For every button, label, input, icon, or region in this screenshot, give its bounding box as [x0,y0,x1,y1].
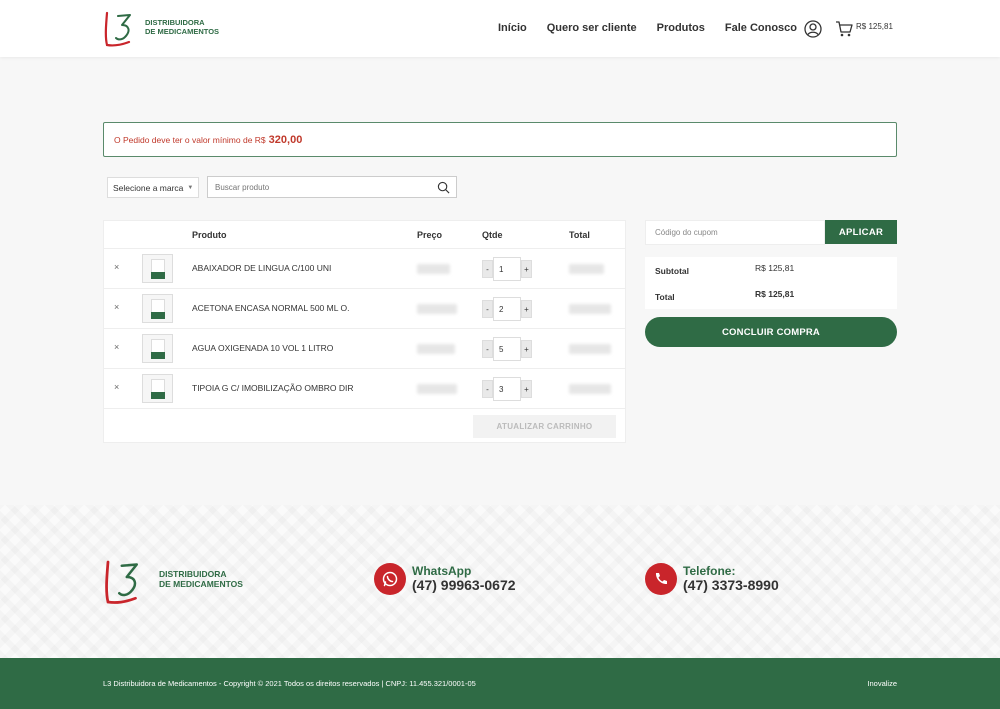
whatsapp-number[interactable]: (47) 99963-0672 [412,577,516,593]
brand-select[interactable]: Selecione a marca ▼ [107,177,199,198]
notice-text: O Pedido deve ter o valor mínimo de R$ [114,134,266,145]
footer-logo[interactable]: Distribuidora de Medicamentos [103,557,253,607]
column-header-produto: Produto [192,230,227,240]
minimum-order-notice: O Pedido deve ter o valor mínimo de R$ 3… [103,122,897,157]
product-thumbnail[interactable] [142,374,173,403]
remove-item-button[interactable]: × [114,302,119,312]
footer-logo-text: Distribuidora de Medicamentos [159,569,243,589]
main-nav: Início Quero ser cliente Produtos Fale C… [498,22,797,34]
logo-mark-icon [104,11,131,47]
qty-plus-button[interactable]: + [521,300,532,318]
qty-plus-button[interactable]: + [521,380,532,398]
subtotal-value: R$ 125,81 [755,263,795,273]
product-thumbnail[interactable] [142,334,173,363]
whatsapp-contact[interactable]: WhatsApp (47) 99963-0672 [374,563,516,595]
qty-input[interactable]: 1 [493,257,521,281]
qty-minus-button[interactable]: - [482,340,493,358]
checkout-button[interactable]: CONCLUIR COMPRA [645,317,897,347]
phone-icon [645,563,677,595]
whatsapp-label: WhatsApp [412,564,472,578]
price-hidden [417,264,450,274]
product-thumbnail[interactable] [142,294,173,323]
footer-logo-line1: Distribuidora [159,569,227,579]
line-total-hidden [569,384,611,394]
total-value: R$ 125,81 [755,289,795,299]
coupon-input[interactable]: Código do cupom [645,220,825,245]
price-hidden [417,384,457,394]
qty-input[interactable]: 2 [493,297,521,321]
column-header-total: Total [569,230,590,240]
product-name[interactable]: ACETONA ENCASA NORMAL 500 ML O. [192,303,349,313]
line-total-hidden [569,264,604,274]
table-footer-row: Atualizar carrinho [104,408,625,442]
cart-table: Produto Preço Qtde Total × ABAIXADOR DE … [103,220,626,443]
site-footer: Distribuidora de Medicamentos WhatsApp (… [0,505,1000,658]
chevron-down-icon: ▼ [187,184,194,191]
nav-item-inicio[interactable]: Início [498,22,527,34]
whatsapp-icon [374,563,406,595]
quantity-stepper: - 3 + [482,377,532,401]
logo-text: Distribuidora de Medicamentos [145,18,219,36]
qty-input[interactable]: 5 [493,337,521,361]
line-total-hidden [569,304,611,314]
qty-minus-button[interactable]: - [482,260,493,278]
total-label: Total [655,292,675,302]
apply-coupon-button[interactable]: APLICAR [825,220,897,244]
table-row: × ACETONA ENCASA NORMAL 500 ML O. - 2 + [104,288,625,328]
logo-mark-icon [105,560,138,604]
table-row: × TIPOIA G C/ IMOBILIZAÇÃO OMBRO DIR - 3… [104,368,625,408]
user-account-icon[interactable] [804,20,822,38]
footer-bottom-bar: L3 Distribuidora de Medicamentos - Copyr… [0,658,1000,709]
phone-number[interactable]: (47) 3373-8990 [683,577,779,593]
quantity-stepper: - 5 + [482,337,532,361]
brand-select-value: Selecione a marca [113,182,184,193]
remove-item-button[interactable]: × [114,382,119,392]
cart-totals: Subtotal R$ 125,81 Total R$ 125,81 [645,257,897,309]
qty-input[interactable]: 3 [493,377,521,401]
developer-credit-link[interactable]: Inovalize [867,679,897,688]
remove-item-button[interactable]: × [114,262,119,272]
logo-text-line2: de Medicamentos [145,27,220,36]
copyright-text: L3 Distribuidora de Medicamentos - Copyr… [103,679,476,688]
cart-icon[interactable] [835,20,853,38]
nav-item-fale-conosco[interactable]: Fale Conosco [725,22,797,34]
table-row: × ABAIXADOR DE LINGUA C/100 UNI - 1 + [104,248,625,288]
product-search-input[interactable] [215,182,425,192]
qty-plus-button[interactable]: + [521,340,532,358]
phone-contact[interactable]: Telefone: (47) 3373-8990 [645,563,779,595]
product-name[interactable]: TIPOIA G C/ IMOBILIZAÇÃO OMBRO DIR [192,383,354,393]
nav-item-quero-ser-cliente[interactable]: Quero ser cliente [547,22,637,34]
nav-item-produtos[interactable]: Produtos [657,22,705,34]
product-thumbnail[interactable] [142,254,173,283]
header-cart-total[interactable]: R$ 125,81 [856,22,893,31]
qty-plus-button[interactable]: + [521,260,532,278]
logo-text-line1: Distribuidora [145,18,205,27]
qty-minus-button[interactable]: - [482,300,493,318]
subtotal-label: Subtotal [655,266,689,276]
table-row: × AGUA OXIGENADA 10 VOL 1 LITRO - 5 + [104,328,625,368]
price-hidden [417,304,457,314]
footer-logo-line2: de Medicamentos [159,579,243,589]
remove-item-button[interactable]: × [114,342,119,352]
update-cart-button[interactable]: Atualizar carrinho [473,415,616,438]
qty-minus-button[interactable]: - [482,380,493,398]
quantity-stepper: - 1 + [482,257,532,281]
site-logo[interactable]: Distribuidora de Medicamentos [103,9,223,49]
product-search-box[interactable] [207,176,457,198]
search-icon[interactable] [437,181,450,194]
column-header-qtde: Qtde [482,230,503,240]
quantity-stepper: - 2 + [482,297,532,321]
line-total-hidden [569,344,611,354]
product-name[interactable]: AGUA OXIGENADA 10 VOL 1 LITRO [192,343,333,353]
column-header-preco: Preço [417,230,443,240]
product-name[interactable]: ABAIXADOR DE LINGUA C/100 UNI [192,263,331,273]
price-hidden [417,344,455,354]
site-header: Distribuidora de Medicamentos Início Que… [0,0,1000,57]
notice-amount: 320,00 [268,133,303,146]
phone-label: Telefone: [683,564,736,578]
